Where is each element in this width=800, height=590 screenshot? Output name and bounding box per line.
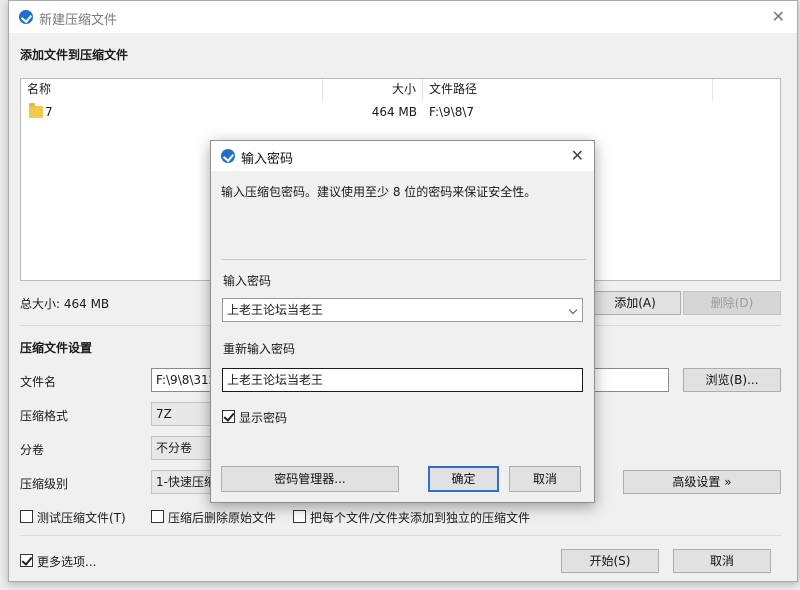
settings-section-title: 压缩文件设置 [20, 341, 93, 355]
column-header-path[interactable]: 文件路径 [423, 79, 713, 101]
add-button[interactable]: 添加(A) [589, 291, 681, 315]
column-header-size[interactable]: 大小 [323, 79, 423, 101]
divider [20, 535, 781, 536]
password-input[interactable]: 上老王论坛当老王 [222, 298, 583, 322]
cancel-button[interactable]: 取消 [673, 549, 771, 573]
password-dialog: 输入密码 ✕ 输入压缩包密码。建议使用至少 8 位的密码来保证安全性。 输入密码… [210, 140, 595, 503]
window-close-icon[interactable]: ✕ [772, 9, 785, 25]
divider [221, 259, 586, 260]
test-archive-label: 测试压缩文件(T) [37, 511, 126, 525]
dialog-cancel-button[interactable]: 取消 [509, 466, 581, 492]
more-options-label: 更多选项... [37, 555, 97, 569]
password-value: 上老王论坛当老王 [227, 303, 324, 317]
window-title: 新建压缩文件 [39, 13, 118, 28]
level-label: 压缩级别 [20, 477, 69, 491]
folder-icon [29, 103, 43, 118]
start-button[interactable]: 开始(S) [561, 549, 659, 573]
password-hint: 输入压缩包密码。建议使用至少 8 位的密码来保证安全性。 [221, 185, 537, 199]
dialog-close-icon[interactable]: ✕ [571, 148, 584, 164]
browse-button[interactable]: 浏览(B)... [683, 368, 781, 392]
delete-after-label: 压缩后删除原始文件 [168, 511, 277, 525]
ok-button[interactable]: 确定 [428, 466, 499, 492]
file-name: 7 [45, 105, 53, 119]
chevron-down-icon[interactable] [568, 305, 578, 315]
file-size: 464 MB [371, 105, 417, 119]
separate-archives-checkbox[interactable] [293, 510, 306, 523]
password-label: 输入密码 [223, 274, 272, 288]
confirm-password-label: 重新输入密码 [223, 342, 296, 356]
files-section-title: 添加文件到压缩文件 [20, 48, 129, 62]
show-password-label: 显示密码 [239, 411, 288, 425]
confirm-password-input[interactable]: 上老王论坛当老王 [222, 368, 583, 392]
format-label: 压缩格式 [20, 409, 69, 423]
window-titlebar: 新建压缩文件 ✕ [9, 1, 797, 33]
dialog-title: 输入密码 [241, 152, 294, 167]
total-size: 总大小: 464 MB [20, 297, 110, 311]
split-label: 分卷 [20, 443, 45, 457]
column-header-name[interactable]: 名称 [21, 79, 323, 101]
app-logo-icon [221, 149, 235, 163]
show-password-checkbox[interactable] [222, 410, 235, 423]
advanced-settings-button[interactable]: 高级设置 » [623, 470, 781, 494]
more-options-checkbox[interactable] [20, 554, 33, 567]
separate-archives-label: 把每个文件/文件夹添加到独立的压缩文件 [310, 511, 531, 525]
delete-button[interactable]: 删除(D) [683, 291, 781, 315]
test-archive-checkbox[interactable] [20, 510, 33, 523]
app-logo-icon [19, 10, 33, 24]
delete-after-checkbox[interactable] [151, 510, 164, 523]
password-manager-button[interactable]: 密码管理器... [221, 466, 399, 492]
filename-label: 文件名 [20, 375, 57, 389]
dialog-titlebar: 输入密码 ✕ [211, 141, 594, 171]
file-path: F:\9\8\7 [429, 105, 475, 119]
